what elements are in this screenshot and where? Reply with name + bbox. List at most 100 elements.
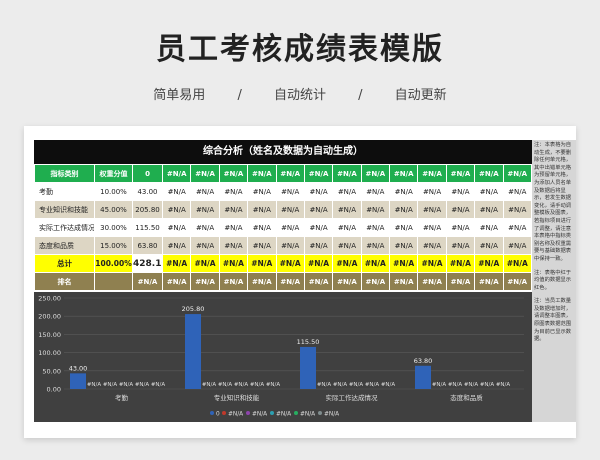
- cell[interactable]: 权重分值: [94, 164, 133, 183]
- cell[interactable]: #N/A: [275, 218, 305, 237]
- cell[interactable]: #N/A: [303, 200, 334, 219]
- cell[interactable]: #N/A: [190, 164, 220, 183]
- cell[interactable]: #N/A: [417, 254, 447, 273]
- cell[interactable]: #N/A: [161, 200, 192, 219]
- cell[interactable]: 排名: [34, 272, 95, 291]
- cell[interactable]: #N/A: [474, 182, 504, 201]
- cell[interactable]: 实际工作达成情况: [34, 218, 95, 237]
- cell[interactable]: #N/A: [388, 272, 419, 291]
- cell[interactable]: #N/A: [388, 164, 419, 183]
- cell[interactable]: 态度和品质: [34, 236, 95, 255]
- cell[interactable]: #N/A: [218, 218, 249, 237]
- cell[interactable]: #N/A: [332, 254, 362, 273]
- cell[interactable]: 205.80: [132, 200, 163, 219]
- cell[interactable]: #N/A: [332, 182, 362, 201]
- cell[interactable]: #N/A: [247, 236, 277, 255]
- cell[interactable]: #N/A: [218, 200, 249, 219]
- cell[interactable]: #N/A: [218, 254, 249, 273]
- cell[interactable]: #N/A: [275, 164, 305, 183]
- cell[interactable]: #N/A: [502, 164, 532, 183]
- cell[interactable]: 总计: [34, 254, 95, 273]
- cell[interactable]: #N/A: [303, 164, 334, 183]
- cell[interactable]: #N/A: [161, 164, 192, 183]
- cell[interactable]: #N/A: [502, 254, 532, 273]
- cell[interactable]: #N/A: [360, 236, 391, 255]
- cell[interactable]: 45.00%: [94, 200, 133, 219]
- cell[interactable]: #N/A: [474, 254, 504, 273]
- cell[interactable]: 428.10: [132, 254, 163, 273]
- cell[interactable]: #N/A: [303, 272, 334, 291]
- cell[interactable]: #N/A: [445, 272, 476, 291]
- cell[interactable]: #N/A: [360, 182, 391, 201]
- cell[interactable]: #N/A: [190, 200, 220, 219]
- cell[interactable]: #N/A: [360, 200, 391, 219]
- cell[interactable]: #N/A: [332, 236, 362, 255]
- cell[interactable]: #N/A: [132, 272, 163, 291]
- cell[interactable]: #N/A: [474, 272, 504, 291]
- cell[interactable]: #N/A: [360, 254, 391, 273]
- cell[interactable]: 100.00%: [94, 254, 133, 273]
- cell[interactable]: 43.00: [132, 182, 163, 201]
- cell[interactable]: 15.00%: [94, 236, 133, 255]
- cell[interactable]: #N/A: [417, 236, 447, 255]
- cell[interactable]: #N/A: [303, 254, 334, 273]
- cell[interactable]: #N/A: [247, 164, 277, 183]
- cell[interactable]: #N/A: [474, 236, 504, 255]
- cell[interactable]: #N/A: [332, 164, 362, 183]
- cell[interactable]: #N/A: [502, 200, 532, 219]
- cell[interactable]: #N/A: [218, 236, 249, 255]
- cell[interactable]: #N/A: [474, 164, 504, 183]
- cell[interactable]: #N/A: [247, 182, 277, 201]
- cell[interactable]: 考勤: [34, 182, 95, 201]
- cell[interactable]: #N/A: [190, 218, 220, 237]
- cell[interactable]: #N/A: [161, 254, 192, 273]
- cell[interactable]: #N/A: [303, 182, 334, 201]
- cell[interactable]: #N/A: [445, 254, 476, 273]
- cell[interactable]: 30.00%: [94, 218, 133, 237]
- cell[interactable]: #N/A: [474, 200, 504, 219]
- cell[interactable]: #N/A: [275, 200, 305, 219]
- cell[interactable]: #N/A: [247, 200, 277, 219]
- cell[interactable]: #N/A: [161, 236, 192, 255]
- cell[interactable]: #N/A: [502, 236, 532, 255]
- cell[interactable]: #N/A: [388, 218, 419, 237]
- cell[interactable]: #N/A: [502, 182, 532, 201]
- cell[interactable]: #N/A: [332, 200, 362, 219]
- cell[interactable]: #N/A: [417, 200, 447, 219]
- cell[interactable]: #N/A: [275, 236, 305, 255]
- cell[interactable]: #N/A: [445, 218, 476, 237]
- cell[interactable]: #N/A: [474, 218, 504, 237]
- cell[interactable]: #N/A: [502, 272, 532, 291]
- cell[interactable]: #N/A: [445, 200, 476, 219]
- cell[interactable]: #N/A: [275, 272, 305, 291]
- cell[interactable]: #N/A: [275, 254, 305, 273]
- cell[interactable]: #N/A: [445, 164, 476, 183]
- cell[interactable]: #N/A: [332, 272, 362, 291]
- cell[interactable]: #N/A: [190, 272, 220, 291]
- cell[interactable]: #N/A: [417, 182, 447, 201]
- cell[interactable]: 专业知识和技能: [34, 200, 95, 219]
- cell[interactable]: #N/A: [161, 272, 192, 291]
- cell[interactable]: #N/A: [417, 164, 447, 183]
- cell[interactable]: #N/A: [218, 164, 249, 183]
- cell[interactable]: #N/A: [161, 218, 192, 237]
- cell[interactable]: #N/A: [303, 236, 334, 255]
- cell[interactable]: #N/A: [303, 218, 334, 237]
- cell[interactable]: #N/A: [360, 218, 391, 237]
- cell[interactable]: #N/A: [445, 182, 476, 201]
- cell[interactable]: #N/A: [360, 164, 391, 183]
- cell[interactable]: #N/A: [190, 254, 220, 273]
- cell[interactable]: #N/A: [417, 272, 447, 291]
- cell[interactable]: #N/A: [247, 218, 277, 237]
- cell[interactable]: #N/A: [247, 254, 277, 273]
- cell[interactable]: #N/A: [388, 254, 419, 273]
- cell[interactable]: #N/A: [190, 236, 220, 255]
- cell[interactable]: #N/A: [502, 218, 532, 237]
- cell[interactable]: 115.50: [132, 218, 163, 237]
- cell[interactable]: #N/A: [332, 218, 362, 237]
- cell[interactable]: #N/A: [190, 182, 220, 201]
- cell[interactable]: #N/A: [218, 182, 249, 201]
- cell[interactable]: #N/A: [417, 218, 447, 237]
- cell[interactable]: 63.80: [132, 236, 163, 255]
- cell[interactable]: #N/A: [388, 236, 419, 255]
